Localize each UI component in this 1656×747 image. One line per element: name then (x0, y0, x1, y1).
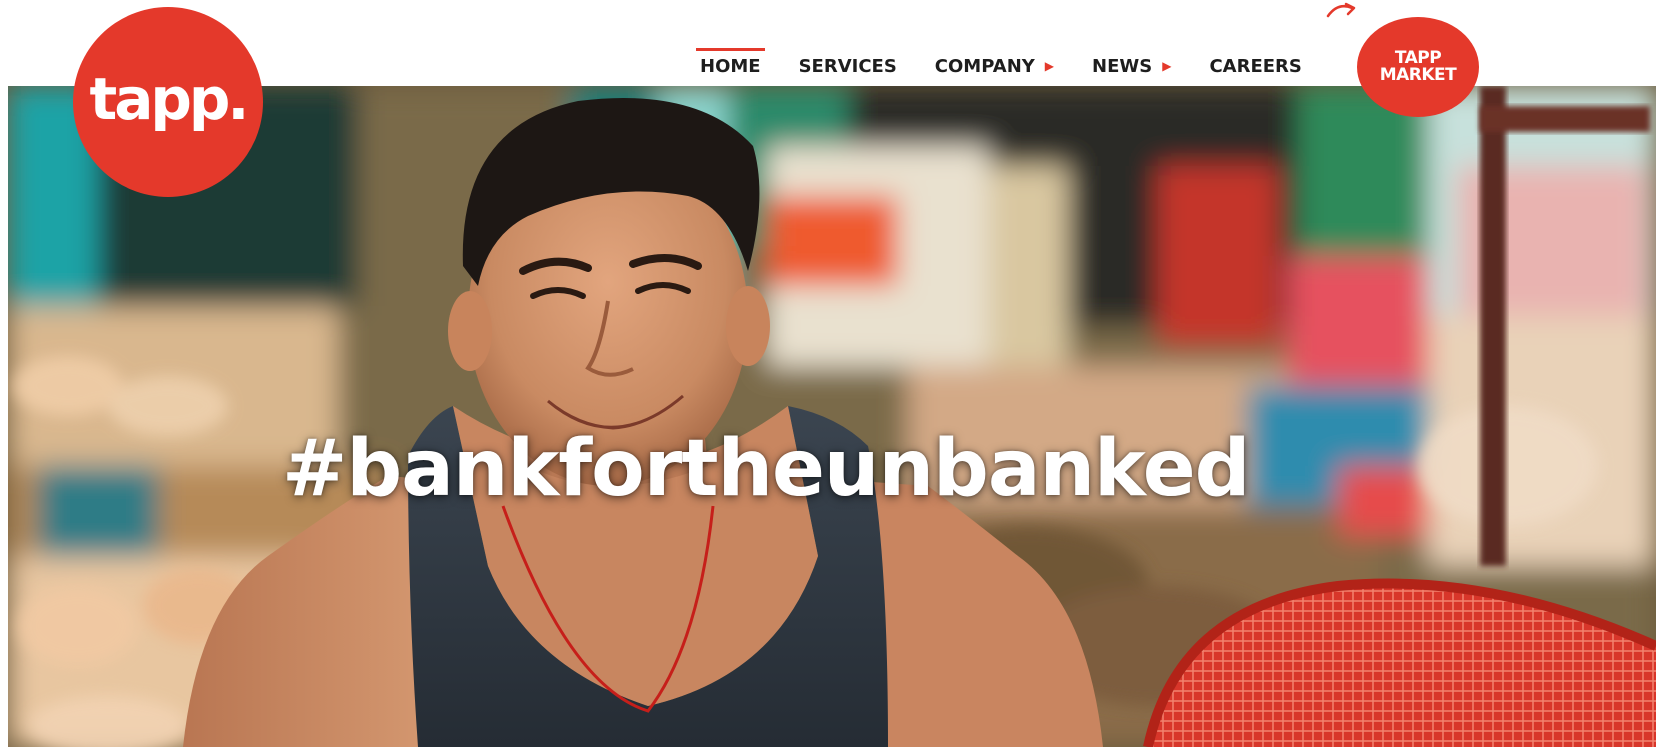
tapp-market-button[interactable]: TAPP MARKET (1357, 17, 1479, 117)
logo-text: tapp. (89, 65, 250, 133)
hero-banner: #bankfortheunbanked (8, 86, 1656, 747)
nav-item-label: NEWS (1092, 55, 1153, 77)
caret-right-icon: ▶ (1162, 59, 1172, 73)
hero-photo (8, 86, 1656, 747)
curved-arrow-icon (1326, 2, 1356, 18)
tapp-logo[interactable]: tapp. (73, 7, 263, 197)
nav-item-label: SERVICES (798, 55, 897, 77)
nav-item-home[interactable]: HOME (696, 46, 765, 86)
nav-item-company[interactable]: COMPANY ▶ (935, 46, 1054, 86)
nav-item-services[interactable]: SERVICES (799, 46, 897, 86)
nav-item-label: HOME (700, 55, 761, 77)
nav-item-label: COMPANY (934, 55, 1035, 77)
caret-right-icon: ▶ (1044, 59, 1055, 73)
nav-item-news[interactable]: NEWS ▶ (1092, 46, 1171, 86)
market-button-line2: MARKET (1379, 65, 1457, 85)
main-nav: HOME SERVICES COMPANY ▶ NEWS ▶ CAREERS (696, 46, 1340, 86)
nav-item-label: CAREERS (1209, 55, 1302, 77)
page: #bankfortheunbanked tapp. HOME SERVICES … (0, 0, 1656, 747)
nav-item-careers[interactable]: CAREERS (1209, 46, 1301, 86)
hero-tagline: #bankfortheunbanked (282, 424, 1251, 514)
